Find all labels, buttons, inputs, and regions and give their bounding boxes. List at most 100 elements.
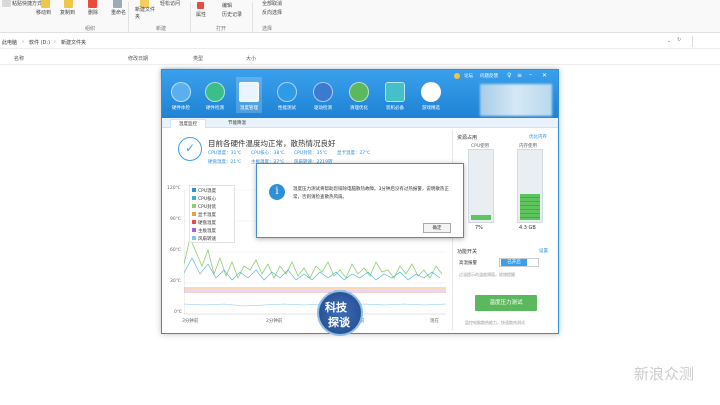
legend-item[interactable]: 风扇转速 xyxy=(192,236,216,242)
new-folder-button[interactable]: 新建文件夹 xyxy=(135,7,155,21)
optimize-memory-link[interactable]: 优化内存 xyxy=(529,134,547,140)
nav-driver-detect[interactable]: 驱动检测 xyxy=(310,82,336,111)
legend-label: 硬盘温度 xyxy=(198,221,216,226)
series-cpu xyxy=(184,257,441,281)
ytick-120: 120℃ xyxy=(167,186,181,191)
nav-hardware-detect[interactable]: 硬件检测 xyxy=(202,82,228,111)
search-input[interactable] xyxy=(692,36,720,47)
history-button[interactable]: 历史记录 xyxy=(222,11,242,18)
ribbon-toolbar: 粘贴快捷方式 移动到 复制到 删除 重命名 新建文件夹 轻松访问 属性 编辑 历… xyxy=(0,0,720,33)
nav-performance-test[interactable]: 性能测试 xyxy=(274,82,300,111)
properties-button[interactable]: 属性 xyxy=(196,11,206,18)
cube-icon xyxy=(385,82,405,102)
group-label-new: 新建 xyxy=(156,26,167,32)
badge-text-bottom: 探谈 xyxy=(328,316,350,329)
legend-item[interactable]: CPU封装 xyxy=(192,204,216,210)
tab-temperature-monitor[interactable]: 温度监控 xyxy=(170,119,206,128)
move-to-button[interactable]: 移动到 xyxy=(36,9,51,16)
rename-button[interactable]: 重命名 xyxy=(111,9,126,16)
nav-hardware-checkup[interactable]: 硬件体检 xyxy=(168,82,194,111)
temp-cpu-core: CPU核心：38℃ xyxy=(251,151,285,156)
ytick-90: 90℃ xyxy=(170,217,181,222)
breadcrumb-drive-d[interactable]: 软件 (D:) xyxy=(29,39,50,46)
temp-gpu: 显卡温度：27℃ xyxy=(337,151,371,156)
select-none-button[interactable]: 全部取消 xyxy=(262,0,282,7)
dropdown-icon[interactable]: ⌄ xyxy=(667,38,671,44)
high-temp-alarm-toggle[interactable]: 已开启 xyxy=(499,258,539,267)
legend-item[interactable]: CPU温度 xyxy=(192,188,216,194)
breadcrumb-separator: › xyxy=(22,39,24,45)
temp-disk: 硬盘温度：21℃ xyxy=(208,160,242,165)
breadcrumb-this-pc[interactable]: 此电脑 xyxy=(2,39,17,46)
refresh-icon[interactable]: ↻ xyxy=(677,37,681,43)
badge-text-top: 科技 xyxy=(325,301,347,314)
column-size[interactable]: 大小 xyxy=(246,55,256,62)
nav-temperature-management[interactable]: 温度管理 xyxy=(236,77,262,113)
chart-legend: CPU温度 CPU核心 CPU封装 显卡温度 硬盘温度 主板温度 风扇转速 xyxy=(189,185,235,243)
broom-icon xyxy=(349,82,369,102)
info-icon: i xyxy=(269,184,285,200)
nav-games[interactable]: 游戏精选 xyxy=(418,82,444,111)
resource-title: 资源占用 xyxy=(457,135,478,141)
settings-link[interactable]: 设置 xyxy=(539,248,548,254)
legend-item[interactable]: CPU核心 xyxy=(192,196,216,202)
chip-icon xyxy=(205,82,225,102)
group-label-select: 选择 xyxy=(262,26,273,32)
edit-button[interactable]: 编辑 xyxy=(222,2,232,9)
column-name[interactable]: 名称 xyxy=(14,55,24,62)
close-icon[interactable]: ✕ xyxy=(542,72,547,79)
nav-label: 驱动检测 xyxy=(314,106,332,111)
legend-label: 显卡温度 xyxy=(198,213,216,218)
easy-access-button[interactable]: 轻松访问 xyxy=(160,0,180,7)
nav-label: 装机必备 xyxy=(386,106,404,111)
address-bar[interactable]: 此电脑 › 软件 (D:) › 新建文件夹 ⌄ ↻ xyxy=(0,35,720,49)
menu-icon[interactable]: ≡ xyxy=(517,72,522,79)
ribbon-separator xyxy=(190,2,191,32)
legend-swatch xyxy=(192,188,196,192)
ytick-60: 60℃ xyxy=(170,248,181,253)
skin-icon[interactable]: ♀ xyxy=(507,72,511,79)
copy-to-button[interactable]: 复制到 xyxy=(60,9,75,16)
cpu-usage-bar xyxy=(468,149,494,223)
group-label-organize: 组织 xyxy=(85,26,96,32)
column-date-modified[interactable]: 修改日期 xyxy=(128,55,148,62)
breadcrumb-new-folder[interactable]: 新建文件夹 xyxy=(61,39,86,46)
invert-selection-button[interactable]: 反向选择 xyxy=(262,9,282,16)
nav-label: 硬件体检 xyxy=(172,106,190,111)
memory-usage-bar xyxy=(517,149,543,223)
legend-label: 主板温度 xyxy=(198,229,216,234)
legend-item[interactable]: 显卡温度 xyxy=(192,212,216,218)
forum-link[interactable]: 论坛 xyxy=(464,73,473,79)
alarm-description: 过温提示的温度阈值，欲增提醒 xyxy=(459,272,515,277)
properties-icon xyxy=(197,2,204,9)
legend-label: 风扇转速 xyxy=(198,237,216,242)
tab-energy-saving[interactable]: 节能降温 xyxy=(220,119,254,128)
legend-item[interactable]: 硬盘温度 xyxy=(192,220,216,226)
legend-swatch xyxy=(192,236,196,240)
dialog-ok-button[interactable]: 确定 xyxy=(423,223,451,233)
legend-swatch xyxy=(192,212,196,216)
delete-button[interactable]: 删除 xyxy=(88,9,98,16)
breadcrumb-separator: › xyxy=(54,39,56,45)
legend-swatch xyxy=(192,196,196,200)
column-type[interactable]: 类型 xyxy=(193,55,203,62)
app-title-bar: 论坛 问题反馈 ♀ ≡ – ✕ 硬件体检 硬件检测 温度管理 性能测试 驱动检测 xyxy=(162,70,558,118)
legend-label: CPU核心 xyxy=(198,197,217,202)
blurred-user-area xyxy=(480,84,552,116)
nav-cleanup[interactable]: 清理优化 xyxy=(346,82,372,111)
legend-item[interactable]: 主板温度 xyxy=(192,228,216,234)
checkup-icon xyxy=(171,82,191,102)
nav-essentials[interactable]: 装机必备 xyxy=(382,82,408,111)
ytick-0: 0℃ xyxy=(174,310,182,315)
legend-swatch xyxy=(192,220,196,224)
nav-label: 性能测试 xyxy=(278,106,296,111)
group-label-open: 打开 xyxy=(216,26,227,32)
stress-test-button[interactable]: 温度压力测试 xyxy=(475,295,537,311)
dialog-message: 温度压力测试将帮助您排除电脑散热故障。3分钟后没有过热报警，说明散热正常，否则请… xyxy=(293,187,449,200)
check-circle-icon: ✓ xyxy=(178,137,202,161)
paste-shortcut-button[interactable]: 粘贴快捷方式 xyxy=(12,0,42,7)
minimize-icon[interactable]: – xyxy=(529,71,532,78)
nav-label: 清理优化 xyxy=(350,106,368,111)
temp-cpu-package: CPU封装：35℃ xyxy=(294,151,328,156)
feedback-link[interactable]: 问题反馈 xyxy=(480,73,498,79)
